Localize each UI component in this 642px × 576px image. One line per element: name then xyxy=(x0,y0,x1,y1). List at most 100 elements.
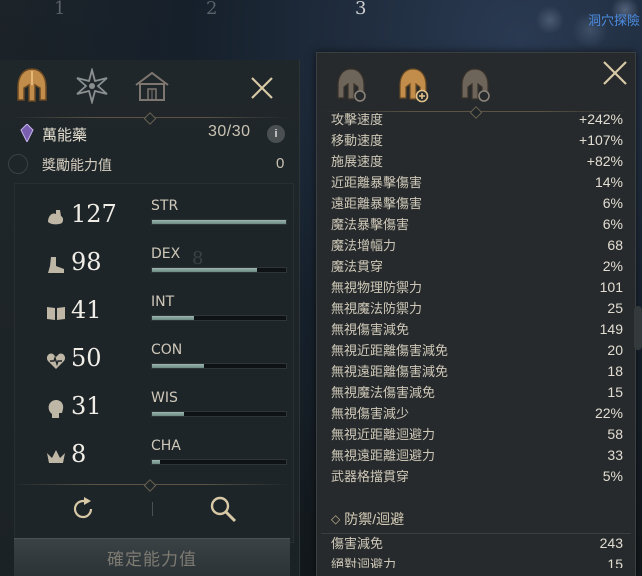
detail-value: 22% xyxy=(594,405,623,421)
section-title: 防禦/迴避 xyxy=(344,511,405,527)
detail-value: 14% xyxy=(594,174,623,190)
stat-row-str: 127 STR xyxy=(15,196,295,240)
bonus-stat-row: 獎勵能力值 0 xyxy=(0,152,300,176)
list-item: 無視近距離迴避力 58 xyxy=(329,424,625,445)
list-item: 魔法貫穿 2% xyxy=(329,256,625,277)
detail-label: 無視物理防禦力 xyxy=(331,280,423,295)
detail-label: 無視近距離迴避力 xyxy=(331,427,436,442)
list-item: 無視傷害減免 149 xyxy=(329,319,625,340)
refresh-icon xyxy=(73,497,93,519)
stat-name: CHA xyxy=(151,438,181,454)
close-stats-button[interactable] xyxy=(247,73,277,103)
panel-divider xyxy=(10,117,289,118)
list-item: 魔法增幅力 68 xyxy=(329,235,625,256)
stat-value: 127 xyxy=(71,200,117,228)
detail-label: 施展速度 xyxy=(331,154,384,169)
detail-label: 移動速度 xyxy=(331,133,384,148)
stat-name: DEX xyxy=(151,246,181,262)
hotbar-slot-number: 2 xyxy=(206,0,218,19)
helmet-plus-icon xyxy=(399,68,429,103)
detail-label: 魔法貫穿 xyxy=(331,259,384,274)
stat-value: 8 xyxy=(71,440,87,468)
detail-label: 無視近距離傷害減免 xyxy=(331,343,449,358)
stat-name: STR xyxy=(151,198,179,214)
detail-value: 6% xyxy=(602,195,623,211)
hotbar-slot-number: 3 xyxy=(355,0,367,19)
detail-value: 149 xyxy=(599,321,623,337)
elixir-crystal-icon xyxy=(20,123,34,147)
elixir-row: 萬能藥 30/30 i xyxy=(0,120,300,148)
star-emblem-icon xyxy=(76,68,108,104)
inspect-stats-button[interactable] xyxy=(208,494,238,524)
list-item: 無視遠距離迴避力 33 xyxy=(329,445,625,466)
close-details-button[interactable] xyxy=(599,57,631,89)
list-item: 武器格擋貫穿 5% xyxy=(329,466,625,485)
stat-value: 41 xyxy=(71,296,102,324)
bonus-stat-label: 獎勵能力值 xyxy=(42,157,112,173)
list-item: 無視傷害減少 22% xyxy=(329,403,625,424)
magnifier-icon xyxy=(210,496,237,523)
list-item: 無視魔法傷害減免 15 xyxy=(329,382,625,403)
detail-label: 魔法暴擊傷害 xyxy=(331,217,410,232)
detail-value: +82% xyxy=(586,153,623,169)
faded-number: 8 xyxy=(192,248,204,269)
reset-stats-button[interactable] xyxy=(68,494,98,524)
book-icon xyxy=(45,302,67,324)
detailed-stats-list[interactable]: 攻擊速度 +242% 移動速度 +107% 施展速度 +82% 近距離暴擊傷害 … xyxy=(329,113,625,485)
tab-equipment[interactable] xyxy=(12,66,52,106)
stat-row-int: 41 INT xyxy=(15,292,295,336)
cave-exploration-label[interactable]: 洞穴探險 xyxy=(588,10,640,29)
bonus-stat-value: 0 xyxy=(276,155,285,172)
detail-value: 58 xyxy=(607,426,623,442)
detailed-stats-panel: 攻擊速度 +242% 移動速度 +107% 施展速度 +82% 近距離暴擊傷害 … xyxy=(316,52,636,576)
detail-label: 無視遠距離傷害減免 xyxy=(331,364,449,379)
helmet-cycle-icon xyxy=(461,68,490,102)
confirm-stats-button[interactable]: 確定能力值 xyxy=(14,538,290,576)
crown-icon xyxy=(45,446,67,468)
list-item: 無視近距離傷害減免 20 xyxy=(329,340,625,361)
detail-value: 15 xyxy=(607,384,623,400)
detail-label: 近距離暴擊傷害 xyxy=(331,175,423,190)
tab-helmet-plus[interactable] xyxy=(393,63,433,107)
stats-panel-tabs xyxy=(0,60,300,118)
detail-value: 33 xyxy=(607,447,623,463)
stat-row-cha: 8 CHA xyxy=(15,436,295,480)
stat-row-wis: 31 WIS xyxy=(15,388,295,432)
tab-emblem[interactable] xyxy=(72,66,112,106)
list-item: 魔法暴擊傷害 6% xyxy=(329,214,625,235)
detail-value: 101 xyxy=(599,279,623,295)
head-icon xyxy=(45,398,67,420)
stat-progress-bar xyxy=(151,267,287,273)
close-icon xyxy=(251,77,273,99)
detail-label: 武器格擋貫穿 xyxy=(331,469,410,484)
boot-icon xyxy=(45,254,67,276)
stat-name: WIS xyxy=(151,390,178,406)
tab-house[interactable] xyxy=(132,66,172,106)
stat-row-dex: 98 DEX xyxy=(15,244,295,288)
tab-helmet-cycle[interactable] xyxy=(455,63,495,107)
detail-label: 無視傷害減少 xyxy=(331,406,410,421)
stat-value: 98 xyxy=(71,248,102,276)
tab-helmet-settings[interactable] xyxy=(331,63,371,107)
stat-name: CON xyxy=(151,342,183,358)
list-item: 施展速度 +82% xyxy=(329,151,625,172)
detail-label: 傷害減免 xyxy=(331,536,384,551)
stat-value: 31 xyxy=(71,392,102,420)
elixir-label: 萬能藥 xyxy=(42,127,88,144)
helmet-icon xyxy=(17,68,47,102)
scrollbar-handle[interactable] xyxy=(634,306,642,350)
stat-progress-bar xyxy=(151,219,287,225)
detail-value: 2% xyxy=(602,258,623,274)
detail-value: 68 xyxy=(607,237,623,253)
detail-value: +242% xyxy=(579,113,623,127)
list-item: 近距離暴擊傷害 14% xyxy=(329,172,625,193)
stat-row-con: 50 CON xyxy=(15,340,295,384)
character-stats-panel: 萬能藥 30/30 i 獎勵能力值 0 127 STR 98 DEX 41 IN… xyxy=(0,60,300,576)
defense-section-header[interactable]: ◇ 防禦/迴避 xyxy=(331,508,404,530)
detail-value: +107% xyxy=(579,132,623,148)
strength-arm-icon xyxy=(45,206,67,228)
detail-label: 遠距離暴擊傷害 xyxy=(331,196,423,211)
stat-progress-bar xyxy=(151,315,287,321)
elixir-info-button[interactable]: i xyxy=(267,125,285,143)
diamond-bullet-icon: ◇ xyxy=(331,512,341,526)
